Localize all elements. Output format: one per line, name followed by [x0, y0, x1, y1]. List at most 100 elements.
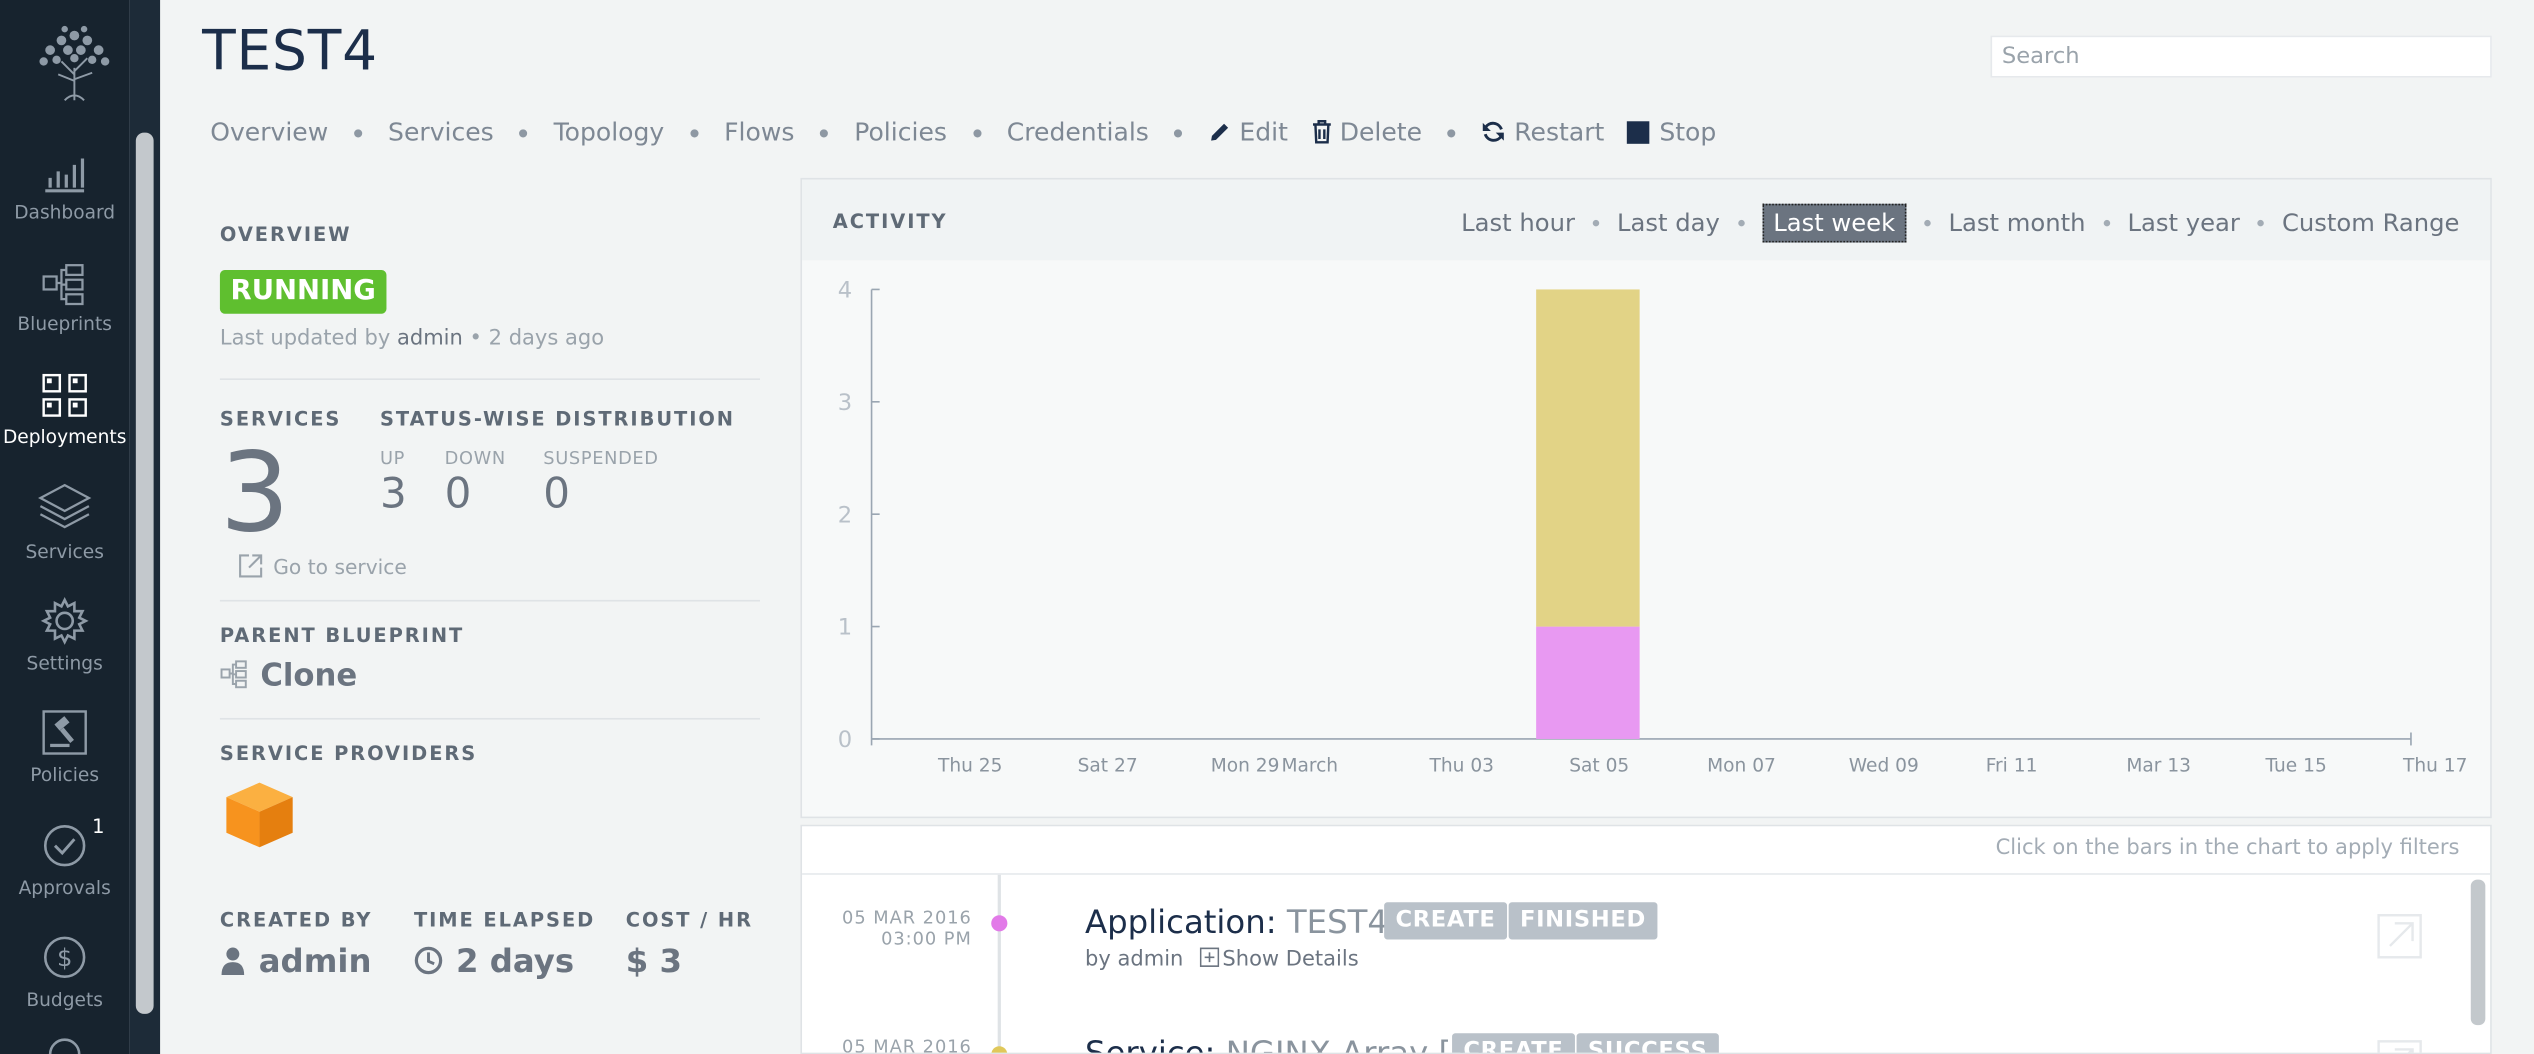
tab-overview[interactable]: Overview: [210, 118, 328, 147]
gavel-icon: [42, 710, 87, 755]
go-to-service-link[interactable]: Go to service: [238, 553, 407, 579]
bar-segment[interactable]: [1536, 626, 1640, 739]
y-tick-label: 0: [838, 727, 852, 753]
grid-icon: [42, 373, 87, 417]
sidebar-item-blueprints[interactable]: Blueprints: [0, 264, 129, 335]
divider: [219, 717, 760, 720]
x-tick-label: Thu 03: [1429, 755, 1494, 776]
event-chip-create: CREATE: [1384, 902, 1507, 940]
range-separator: [2257, 219, 2265, 227]
event-name[interactable]: NGINX Array [1]: [1226, 1033, 1485, 1052]
tab-policies[interactable]: Policies: [854, 118, 947, 147]
stop-button[interactable]: Stop: [1626, 118, 1717, 148]
filter-hint: Click on the bars in the chart to apply …: [1995, 835, 2460, 861]
clock-icon: [414, 946, 443, 975]
tab-credentials[interactable]: Credentials: [1007, 118, 1149, 147]
event-title: Application: TEST4: [1085, 902, 1388, 941]
sidebar-item-label: Settings: [26, 651, 103, 675]
event-type: Application:: [1085, 902, 1277, 942]
event-time: 03:00 PM: [881, 928, 972, 950]
show-details-link[interactable]: Show Details: [1199, 947, 1359, 972]
sidebar-item-label: Dashboard: [14, 200, 116, 224]
sidebar-item-budgets[interactable]: $ Budgets: [0, 933, 129, 1011]
event-by-prefix: by: [1085, 947, 1111, 972]
range-last-hour[interactable]: Last hour: [1461, 209, 1575, 238]
tree-logo-icon[interactable]: [29, 19, 120, 103]
refresh-icon: [1483, 121, 1505, 142]
event-date: 05 MAR 2016: [842, 1036, 972, 1054]
event-byline: by admin Show Details: [1085, 947, 1359, 972]
up-label: UP: [379, 447, 406, 469]
tab-services[interactable]: Services: [388, 118, 494, 147]
search-input[interactable]: [1990, 35, 2492, 78]
event-name[interactable]: TEST4: [1287, 902, 1388, 941]
sidebar-item-policies[interactable]: Policies: [0, 708, 129, 786]
cost-label: COST / HR: [625, 908, 753, 932]
x-tick-label: Mon 29: [1211, 755, 1280, 776]
page-title: TEST4: [202, 19, 378, 85]
event-title: Service: NGINX Array [1]: [1085, 1033, 1485, 1052]
service-providers-label: SERVICE PROVIDERS: [219, 742, 478, 765]
sidebar-item-approvals[interactable]: 1 Approvals: [0, 815, 129, 899]
range-separator: [1737, 219, 1745, 227]
bar-chart-icon: [45, 158, 85, 193]
event-by-user[interactable]: admin: [1117, 948, 1183, 972]
down-label: DOWN: [444, 447, 506, 469]
up-count: 3: [379, 470, 407, 520]
last-updated-separator: •: [469, 326, 482, 351]
event-dot: [991, 915, 1008, 932]
tab-separator: [1447, 128, 1457, 137]
delete-button[interactable]: Delete: [1311, 118, 1422, 147]
x-tick-label: Thu 25: [937, 755, 1002, 776]
edit-button[interactable]: Edit: [1209, 118, 1288, 147]
external-link-icon: [239, 554, 263, 578]
restart-button[interactable]: Restart: [1482, 118, 1604, 147]
approvals-count-badge: 1: [92, 814, 105, 838]
open-event-icon[interactable]: [2377, 914, 2422, 959]
bar-segment[interactable]: [1536, 289, 1640, 627]
plus-square-icon: [1199, 947, 1220, 967]
event-list-scrollbar[interactable]: [2470, 879, 2486, 1026]
open-event-icon[interactable]: [2377, 1040, 2422, 1054]
sidebar-item-dashboard[interactable]: Dashboard: [0, 155, 129, 223]
sidebar-item-label: Policies: [30, 763, 100, 786]
tab-separator: [972, 128, 981, 137]
divider: [219, 378, 760, 380]
edit-label: Edit: [1239, 118, 1288, 148]
x-tick-label: Sat 27: [1078, 755, 1138, 776]
range-last-week[interactable]: Last week: [1761, 203, 1907, 243]
aws-provider-icon[interactable]: [223, 779, 296, 850]
x-tick-label: Mar 13: [2126, 755, 2191, 776]
event-chip-create: CREATE: [1452, 1033, 1575, 1053]
x-tick-label: Fri 11: [1986, 755, 2038, 776]
sidebar-item-settings[interactable]: Settings: [0, 597, 129, 675]
tab-separator: [820, 128, 829, 137]
range-last-year[interactable]: Last year: [2128, 209, 2240, 238]
sidebar-item-label: Budgets: [26, 987, 103, 1011]
overview-heading: OVERVIEW: [219, 223, 352, 246]
range-separator: [2103, 219, 2110, 227]
tab-separator: [354, 128, 363, 137]
parent-blueprint-link[interactable]: Clone: [220, 658, 357, 694]
cost-value: $ 3: [625, 941, 683, 980]
tab-topology[interactable]: Topology: [554, 118, 665, 147]
services-count: 3: [219, 430, 290, 558]
sidebar: Dashboard Blueprints Deployments Service…: [0, 0, 130, 1054]
parent-blueprint-name: Clone: [260, 658, 358, 694]
time-elapsed-value: 2 days: [455, 941, 575, 980]
page-scrollbar[interactable]: [135, 132, 154, 1014]
sidebar-item-deployments[interactable]: Deployments: [0, 373, 129, 448]
sidebar-item-services[interactable]: Services: [0, 482, 129, 563]
range-last-day[interactable]: Last day: [1617, 209, 1720, 238]
time-range-selector: Last hour Last day Last week Last month …: [1461, 203, 2460, 243]
activity-chart[interactable]: 0 1 2 3 4 Thu 25 Sat 27 Mon 29 March Thu 03 Sat 05…: [802, 260, 2490, 816]
tab-flows[interactable]: Flows: [724, 118, 794, 147]
last-updated-user[interactable]: admin: [397, 327, 463, 351]
range-custom[interactable]: Custom Range: [2282, 209, 2460, 238]
status-badge: RUNNING: [219, 270, 387, 314]
range-last-month[interactable]: Last month: [1949, 209, 2086, 238]
divider: [802, 873, 2491, 875]
stop-label: Stop: [1659, 118, 1717, 148]
blueprint-icon: [220, 660, 247, 689]
y-tick-label: 3: [838, 390, 852, 416]
